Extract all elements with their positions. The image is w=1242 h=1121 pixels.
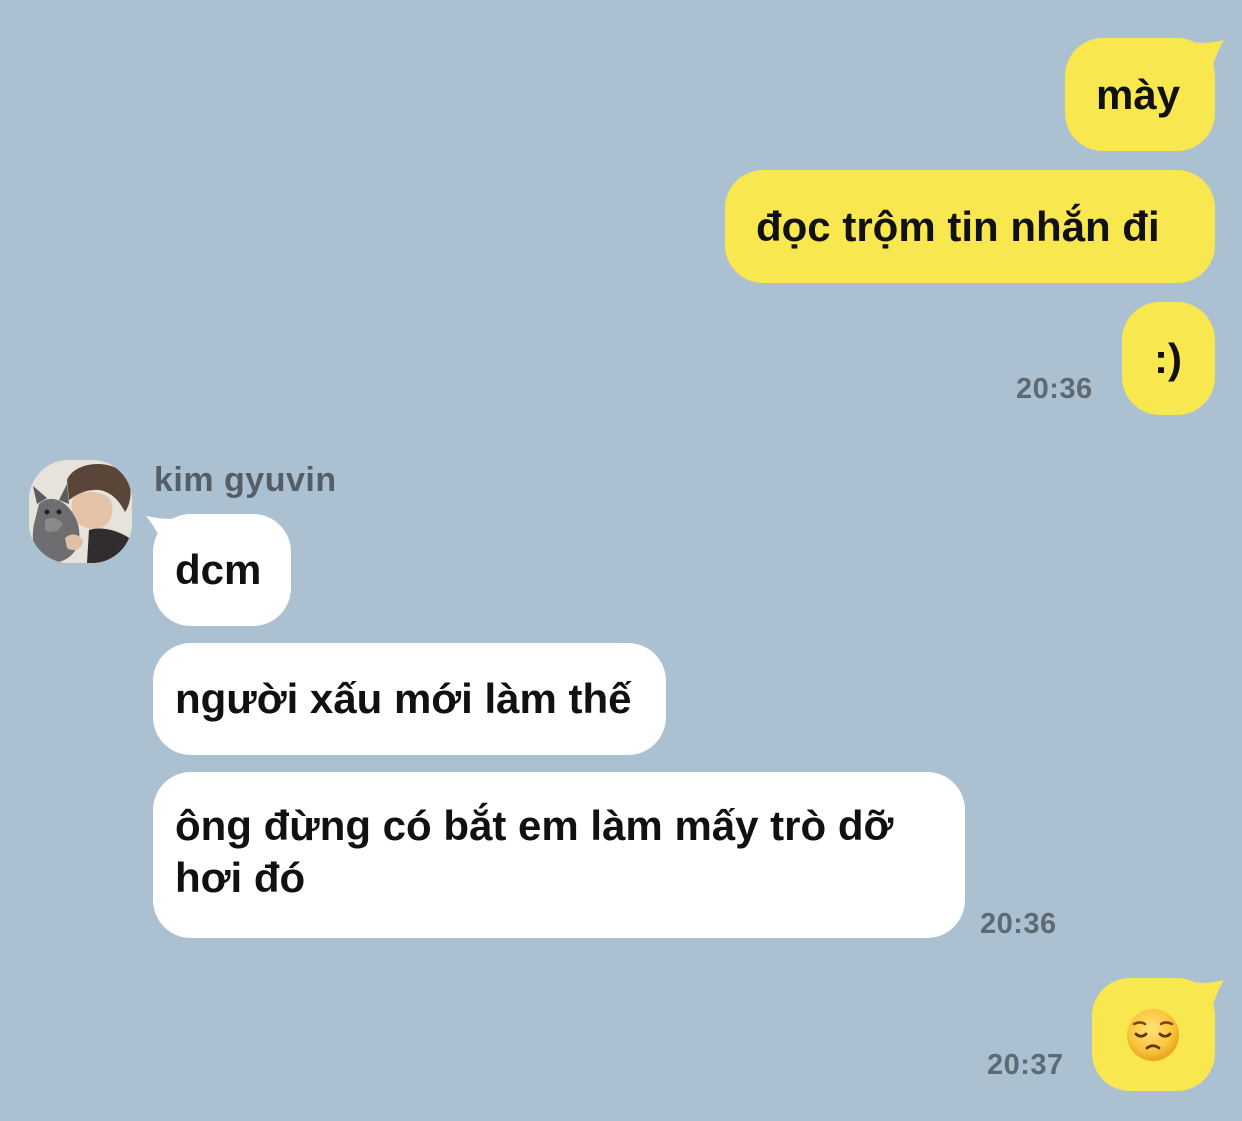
message-timestamp: 20:36 <box>1016 373 1093 405</box>
message-bubble-incoming[interactable]: dcm <box>153 514 291 626</box>
message-text: ông đừng có bắt em làm mấy trò dỡ hơi đó <box>175 802 894 901</box>
sender-name: kim gyuvin <box>154 461 337 499</box>
message-bubble-outgoing[interactable]: đọc trộm tin nhắn đi <box>725 170 1215 283</box>
message-bubble-incoming[interactable]: người xấu mới làm thế <box>153 643 666 755</box>
message-timestamp: 20:37 <box>987 1049 1064 1081</box>
message-text: dcm <box>175 546 262 593</box>
message-text: đọc trộm tin nhắn đi <box>756 203 1160 250</box>
message-text: :) <box>1154 335 1182 382</box>
message-bubble-outgoing[interactable]: :) <box>1122 302 1215 415</box>
message-timestamp: 20:36 <box>980 908 1057 940</box>
bubble-tail <box>1196 40 1224 70</box>
message-bubble-incoming[interactable]: ông đừng có bắt em làm mấy trò dỡ hơi đó <box>153 772 965 938</box>
message-text: mày <box>1096 71 1181 118</box>
avatar[interactable] <box>29 460 132 563</box>
message-bubble-outgoing[interactable]: mày <box>1065 38 1215 151</box>
message-text: người xấu mới làm thế <box>175 675 632 722</box>
bubble-tail <box>1196 980 1224 1010</box>
